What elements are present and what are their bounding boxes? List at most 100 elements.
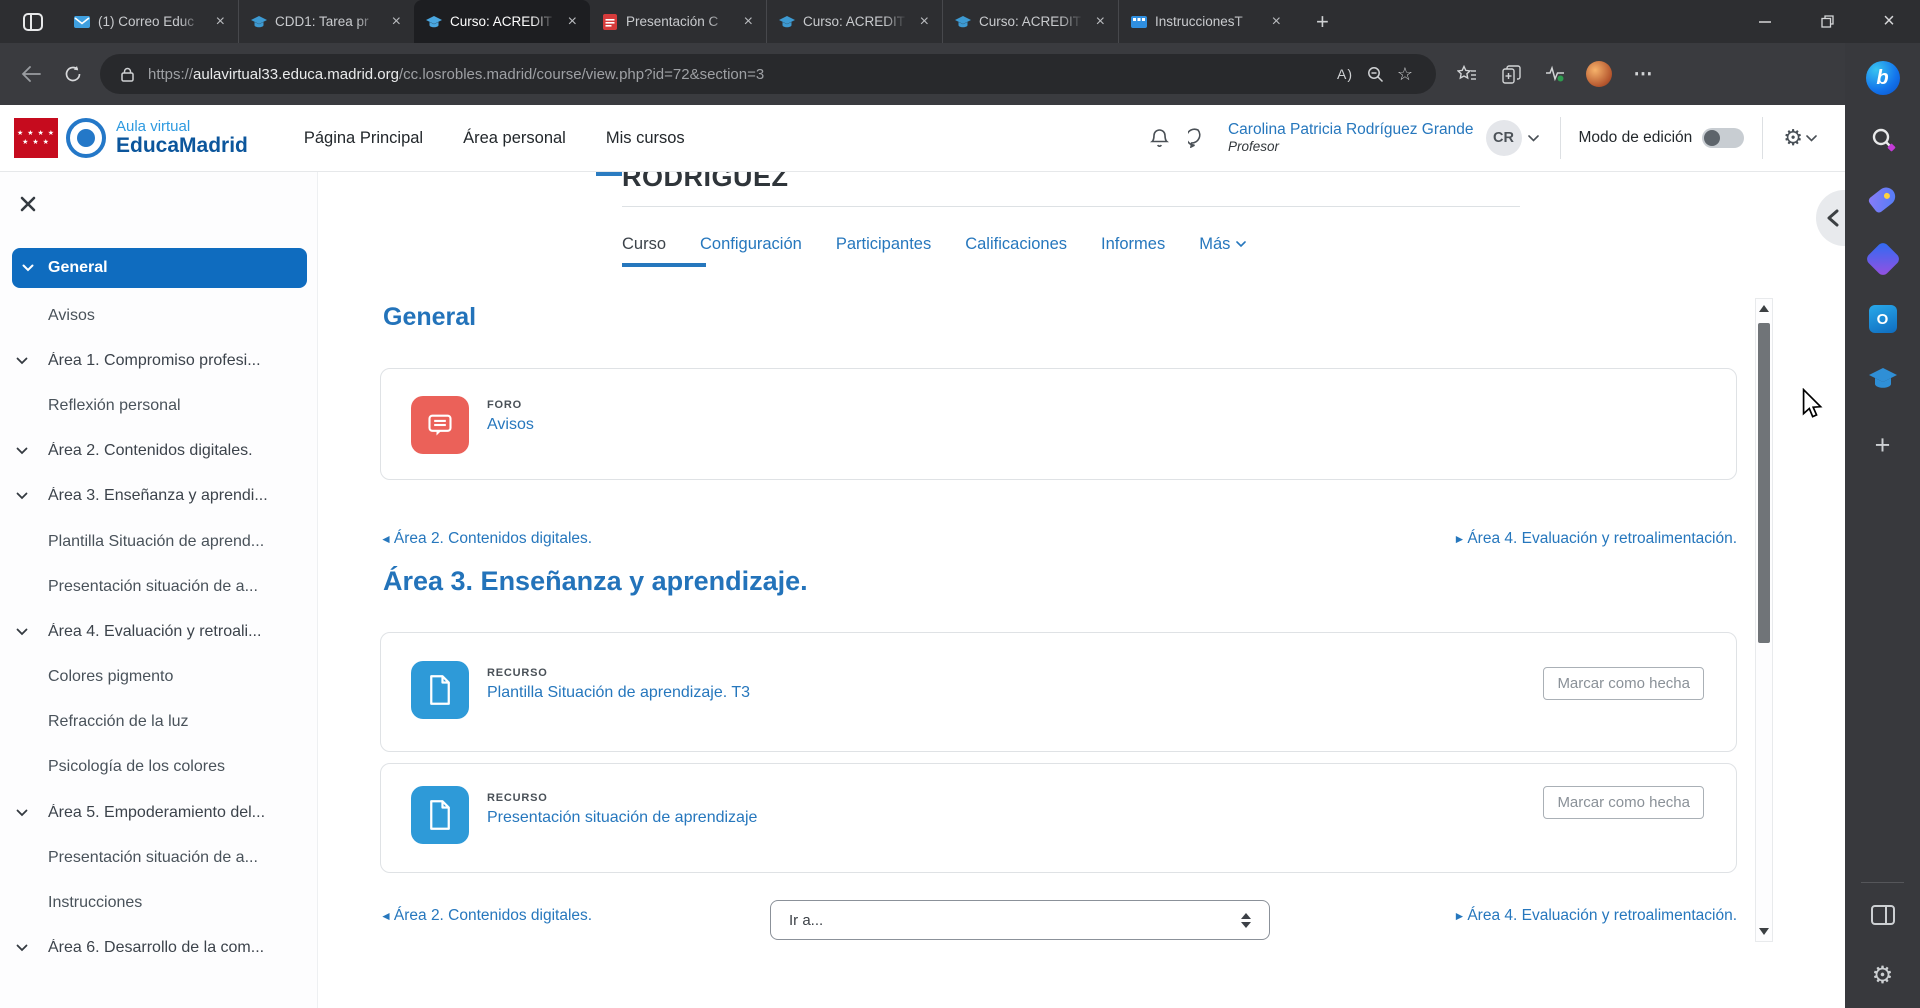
sidebar-item-area6[interactable]: Área 6. Desarrollo de la com... — [0, 926, 317, 971]
activity-link-presentacion[interactable]: Presentación situación de aprendizaje — [487, 809, 757, 827]
sidebar-item-colores[interactable]: Colores pigmento — [0, 655, 317, 700]
user-avatar[interactable]: CR — [1486, 120, 1522, 156]
tab-instrucciones[interactable]: InstruccionesT × — [1118, 0, 1294, 43]
tab-close-icon[interactable]: × — [1091, 12, 1110, 32]
chevron-down-icon[interactable] — [16, 492, 28, 500]
profile-avatar[interactable] — [1582, 57, 1616, 91]
tab-moodle-1[interactable]: CDD1: Tarea pr × — [238, 0, 414, 43]
chevron-down-icon[interactable] — [16, 357, 28, 365]
favorite-star-icon[interactable]: ☆ — [1390, 59, 1420, 89]
activity-link-avisos[interactable]: Avisos — [487, 416, 534, 434]
moodle-icon — [426, 14, 442, 30]
scroll-down-icon[interactable] — [1759, 928, 1769, 935]
sidebar-item-reflexion[interactable]: Reflexión personal — [0, 383, 317, 428]
sidebar-item-presentacion-a5[interactable]: Presentación situación de a... — [0, 835, 317, 880]
educamadrid-brand[interactable]: ★ ★ ★ ★★ ★ ★ Aula virtual EducaMadrid — [14, 118, 248, 158]
sidebar-item-psicologia[interactable]: Psicología de los colores — [0, 745, 317, 790]
settings-chevron-icon[interactable] — [1803, 126, 1819, 150]
window-minimize-button[interactable] — [1734, 0, 1796, 43]
user-menu-chevron-icon[interactable] — [1526, 126, 1542, 150]
mark-done-button[interactable]: Marcar como hecha — [1543, 667, 1704, 700]
sidebar-item-area2[interactable]: Área 2. Contenidos digitales. — [0, 429, 317, 474]
zoom-out-icon[interactable] — [1360, 59, 1390, 89]
chevron-down-icon[interactable] — [16, 944, 28, 952]
mark-done-button[interactable]: Marcar como hecha — [1543, 786, 1704, 819]
scroll-up-icon[interactable] — [1759, 305, 1769, 312]
new-tab-button[interactable]: + — [1308, 9, 1337, 35]
brand-line2: EducaMadrid — [116, 135, 248, 157]
sidebar-settings-gear-icon[interactable]: ⚙ — [1865, 957, 1901, 993]
tab-close-icon[interactable]: × — [563, 12, 582, 32]
sidebar-item-area5[interactable]: Área 5. Empoderamiento del... — [0, 790, 317, 835]
moodle-page: ★ ★ ★ ★★ ★ ★ Aula virtual EducaMadrid Pá… — [0, 105, 1845, 1008]
window-close-button[interactable]: × — [1858, 0, 1920, 43]
tab-mas[interactable]: Más — [1199, 235, 1246, 254]
shopping-icon[interactable] — [1865, 181, 1901, 217]
content-scrollbar-thumb[interactable] — [1758, 323, 1770, 643]
microsoft-365-icon[interactable] — [1865, 241, 1901, 277]
bing-chat-icon[interactable]: b — [1865, 60, 1901, 96]
settings-more-icon[interactable]: ⋯ — [1626, 57, 1660, 91]
edit-mode-toggle[interactable] — [1702, 128, 1744, 148]
add-sidebar-item-icon[interactable]: + — [1865, 427, 1901, 463]
outlook-icon[interactable]: O — [1865, 301, 1901, 337]
tab-close-icon[interactable]: × — [1267, 12, 1286, 32]
sidebar-item-refraccion[interactable]: Refracción de la luz — [0, 700, 317, 745]
collections-icon[interactable] — [1494, 57, 1528, 91]
settings-gear-icon[interactable]: ⚙ — [1783, 125, 1803, 151]
tab-close-icon[interactable]: × — [915, 12, 934, 32]
lock-icon[interactable] — [116, 59, 138, 89]
tab-configuracion[interactable]: Configuración — [700, 235, 802, 254]
chevron-down-icon[interactable] — [22, 264, 34, 272]
read-aloud-icon[interactable]: A) — [1330, 59, 1360, 89]
prev-section-link[interactable]: ◄Área 2. Contenidos digitales. — [380, 907, 592, 925]
sidebar-panel-icon[interactable] — [1865, 897, 1901, 933]
tab-mail[interactable]: (1) Correo Educ × — [62, 0, 238, 43]
window-restore-button[interactable] — [1796, 0, 1858, 43]
back-icon[interactable] — [14, 57, 48, 91]
sidebar-item-area1[interactable]: Área 1. Compromiso profesi... — [0, 338, 317, 383]
user-name-link[interactable]: Carolina Patricia Rodríguez Grande — [1228, 121, 1474, 140]
messages-icon[interactable] — [1186, 126, 1210, 150]
tab-close-icon[interactable]: × — [387, 12, 406, 32]
address-bar[interactable]: https://aulavirtual33.educa.madrid.org/c… — [100, 54, 1436, 94]
sidebar-item-area3[interactable]: Área 3. Enseñanza y aprendi... — [0, 474, 317, 519]
nav-pagina-principal[interactable]: Página Principal — [304, 129, 423, 148]
tab-pdf[interactable]: Presentación C × — [590, 0, 766, 43]
tab-course-active[interactable]: Curso: ACREDIT × — [414, 0, 590, 43]
browser-essentials-icon[interactable] — [1538, 57, 1572, 91]
next-section-link[interactable]: ►Área 4. Evaluación y retroalimentación. — [1453, 907, 1737, 925]
sidebar-item-plantilla[interactable]: Plantilla Situación de aprend... — [0, 519, 317, 564]
chevron-down-icon[interactable] — [16, 628, 28, 636]
tab-calificaciones[interactable]: Calificaciones — [965, 235, 1067, 254]
tab-close-icon[interactable]: × — [211, 12, 230, 32]
sidebar-item-general[interactable]: General — [12, 248, 307, 288]
sidebar-item-area4[interactable]: Área 4. Evaluación y retroali... — [0, 609, 317, 654]
nav-mis-cursos[interactable]: Mis cursos — [606, 129, 685, 148]
sidebar-search-icon[interactable] — [1865, 121, 1901, 157]
nav-area-personal[interactable]: Área personal — [463, 129, 566, 148]
tab-curso[interactable]: Curso — [622, 235, 666, 254]
favorites-bar-icon[interactable] — [1450, 57, 1484, 91]
workspaces-icon[interactable] — [18, 9, 48, 35]
tab-informes[interactable]: Informes — [1101, 235, 1165, 254]
tab-moodle-3[interactable]: Curso: ACREDIT × — [942, 0, 1118, 43]
tab-participantes[interactable]: Participantes — [836, 235, 931, 254]
next-section-link[interactable]: ►Área 4. Evaluación y retroalimentación. — [1453, 530, 1737, 548]
chevron-down-icon[interactable] — [16, 809, 28, 817]
browser-tabstrip: (1) Correo Educ × CDD1: Tarea pr × Curso… — [0, 0, 1920, 43]
refresh-icon[interactable] — [56, 57, 90, 91]
sidebar-item-presentacion-a3[interactable]: Presentación situación de a... — [0, 564, 317, 609]
tab-moodle-2[interactable]: Curso: ACREDIT × — [766, 0, 942, 43]
education-icon[interactable] — [1865, 361, 1901, 397]
chevron-down-icon[interactable] — [16, 447, 28, 455]
activity-link-plantilla[interactable]: Plantilla Situación de aprendizaje. T3 — [487, 684, 750, 702]
sidebar-item-instrucciones[interactable]: Instrucciones — [0, 880, 317, 925]
close-drawer-icon[interactable] — [20, 196, 38, 214]
sidebar-item-avisos[interactable]: Avisos — [0, 293, 317, 338]
jump-to-select[interactable]: Ir a... — [770, 900, 1270, 940]
tab-close-icon[interactable]: × — [739, 12, 758, 32]
content-scrollbar[interactable] — [1755, 298, 1773, 942]
prev-section-link[interactable]: ◄Área 2. Contenidos digitales. — [380, 530, 592, 548]
notifications-bell-icon[interactable] — [1148, 126, 1172, 150]
